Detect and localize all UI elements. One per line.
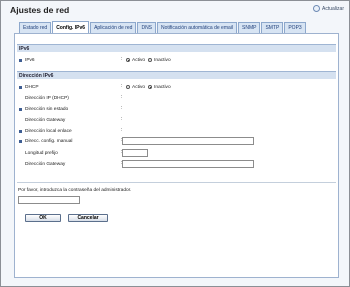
admin-password-input[interactable] [18,196,80,204]
tab-dns[interactable]: DNS [137,22,157,33]
colon: : [121,56,123,62]
tab-smtp[interactable]: SMTP [261,22,284,33]
stateless-gateway-row: Dirección Gateway [25,116,65,124]
section-ipv6-heading: IPv6 [17,44,336,52]
ipv6-radio-group: Activo Inactivo [125,56,171,64]
manual-address-label: Direcc. config. manual [25,138,73,144]
tab-notificacion-email[interactable]: Notificación automática de email [157,22,237,33]
tab-estado-red[interactable]: Estado red [19,22,52,33]
dhcp-radio-group: Activo Inactivo [125,83,171,91]
tab-aplicacion-red[interactable]: Aplicación de red [90,22,137,33]
gateway-row: Dirección Gateway [25,160,65,168]
ipv6-activo-radio[interactable] [126,58,130,62]
admin-password-prompt: Por favor, introduzca la contraseña del … [18,188,132,193]
page-title: Ajustes de red [10,5,70,15]
divider [17,182,336,183]
dhcp-activo-label: Activo [132,84,146,90]
bullet-icon [19,58,22,62]
window: Ajustes de red Actualizar Estado red Con… [0,0,350,287]
dhcp-address-label: Dirección IP (DHCP) [25,95,69,101]
refresh-icon [313,5,321,12]
dhcp-address-row: Dirección IP (DHCP) [25,94,69,102]
prefix-input[interactable] [122,149,148,157]
ipv6-label: IPv6 [25,57,35,63]
section-address-heading: Dirección IPv6 [17,71,336,79]
ipv6-inactivo-radio[interactable] [148,58,153,62]
dhcp-inactivo-label: Inactivo [154,84,171,90]
dhcp-inactivo-radio[interactable] [148,85,153,89]
update-button[interactable]: Actualizar [313,5,344,12]
gateway-label: Dirección Gateway [25,161,66,167]
ipv6-row: IPv6 [19,56,35,64]
link-local-label: Dirección local enlace [25,128,72,134]
tab-snmp[interactable]: SNMP [238,22,261,33]
gateway-input[interactable] [122,160,254,168]
bullet-icon [19,129,22,133]
cancel-button[interactable]: Cancelar [68,214,108,222]
colon: : [121,127,123,133]
colon: : [121,105,123,111]
dhcp-label: DHCP [25,84,39,90]
colon: : [121,116,123,122]
stateless-row: Dirección sin estado [19,105,68,113]
ipv6-inactivo-label: Inactivo [154,57,171,63]
bullet-icon [19,85,22,89]
settings-panel: IPv6 IPv6 : Activo Inactivo Dirección IP… [14,33,339,278]
manual-address-row: Direcc. config. manual [19,137,72,145]
ok-button[interactable]: OK [25,214,61,222]
bullet-icon [19,107,22,111]
ipv6-activo-label: Activo [132,57,146,63]
tab-bar: Estado red Config. IPv6 Aplicación de re… [19,21,306,33]
bullet-icon [19,139,22,143]
colon: : [121,94,123,100]
manual-address-input[interactable] [122,137,254,145]
stateless-gateway-label: Dirección Gateway [25,117,66,123]
stateless-label: Dirección sin estado [25,106,69,112]
update-label: Actualizar [322,5,344,12]
tab-pop3[interactable]: POP3 [284,22,306,33]
tab-config-ipv6[interactable]: Config. IPv6 [52,21,90,33]
link-local-row: Dirección local enlace [19,127,72,135]
prefix-row: Longitud prefijo [25,149,58,157]
dhcp-activo-radio[interactable] [126,85,130,89]
prefix-label: Longitud prefijo [25,150,58,156]
colon: : [121,83,123,89]
dhcp-row: DHCP [19,83,39,91]
